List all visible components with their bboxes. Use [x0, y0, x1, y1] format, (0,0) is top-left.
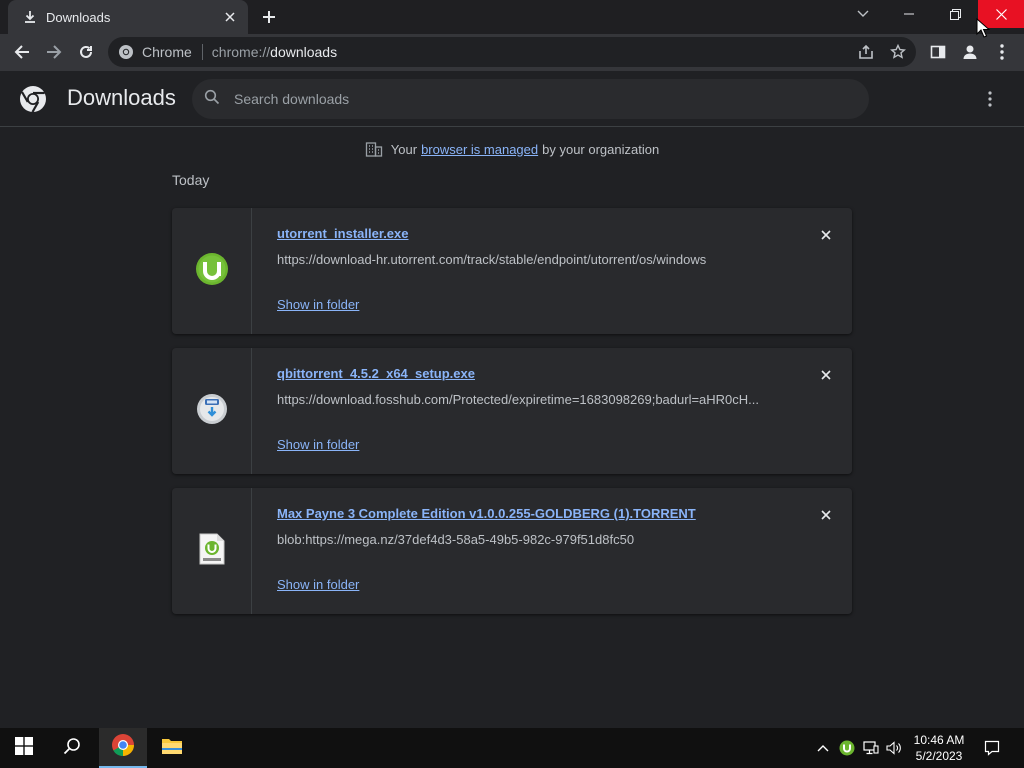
notification-center-icon[interactable]: [980, 728, 1004, 768]
tab-downloads[interactable]: Downloads: [8, 0, 248, 34]
url-text: chrome://downloads: [212, 44, 337, 60]
omnibox-divider: [201, 44, 203, 60]
folder-icon: [161, 737, 183, 760]
share-icon[interactable]: [852, 38, 880, 66]
taskbar-search-button[interactable]: [48, 728, 96, 768]
chrome-icon: [119, 45, 133, 59]
chrome-chip-label: Chrome: [142, 44, 192, 60]
file-icon-column: [172, 208, 252, 334]
forward-button[interactable]: [40, 38, 68, 66]
download-source-url: https://download.fosshub.com/Protected/e…: [277, 392, 760, 407]
show-in-folder-link[interactable]: Show in folder: [277, 437, 359, 452]
windows-logo-icon: [15, 736, 33, 760]
section-title-today: Today: [172, 172, 210, 188]
back-button[interactable]: [8, 38, 36, 66]
network-icon[interactable]: [860, 728, 882, 768]
url-scheme: chrome://: [211, 44, 271, 60]
show-in-folder-link[interactable]: Show in folder: [277, 297, 359, 312]
download-file-name[interactable]: utorrent_installer.exe: [277, 226, 409, 241]
managed-suffix: by your organization: [542, 141, 660, 157]
browser-toolbar: Chrome chrome://downloads: [0, 34, 1024, 71]
address-bar[interactable]: Chrome chrome://downloads: [108, 37, 916, 67]
clock-date: 5/2/2023: [915, 749, 963, 763]
download-source-url: blob:https://mega.nz/37def4d3-58a5-49b5-…: [277, 532, 635, 547]
download-file-name[interactable]: Max Payne 3 Complete Edition v1.0.0.255-…: [277, 506, 696, 521]
remove-download-close-icon[interactable]: [816, 225, 836, 245]
search-downloads-box[interactable]: [192, 79, 869, 119]
file-icon-column: [172, 488, 252, 614]
restore-button[interactable]: [932, 0, 978, 28]
chrome-logo-icon: [19, 85, 47, 113]
download-item: Max Payne 3 Complete Edition v1.0.0.255-…: [172, 488, 852, 614]
downloads-header: Downloads: [0, 71, 1024, 127]
tab-title: Downloads: [46, 9, 111, 25]
tab-close-icon[interactable]: [222, 9, 238, 25]
download-item: qbittorrent_4.5.2_x64_setup.exe https://…: [172, 348, 852, 474]
download-item: utorrent_installer.exe https://download-…: [172, 208, 852, 334]
bookmark-star-icon[interactable]: [884, 38, 912, 66]
mouse-cursor-icon: [976, 17, 991, 38]
search-icon: [63, 737, 81, 760]
building-icon: [365, 140, 383, 158]
tab-search-chevron-icon[interactable]: [840, 0, 886, 28]
browser-managed-link[interactable]: browser is managed: [421, 142, 538, 157]
file-icon-column: [172, 348, 252, 474]
reload-button[interactable]: [72, 38, 100, 66]
taskbar-file-explorer-button[interactable]: [148, 728, 196, 768]
search-icon: [204, 89, 220, 110]
downloads-menu-icon[interactable]: [976, 87, 1004, 111]
managed-prefix: Your: [390, 141, 418, 157]
installer-icon: [195, 392, 229, 431]
new-tab-button[interactable]: [258, 6, 280, 28]
show-hidden-icons-chevron-icon[interactable]: [812, 728, 834, 768]
torrent-file-icon: [199, 533, 225, 570]
tab-strip: Downloads: [0, 0, 1024, 34]
page-title: Downloads: [67, 85, 176, 110]
remove-download-close-icon[interactable]: [816, 505, 836, 525]
download-file-name[interactable]: qbittorrent_4.5.2_x64_setup.exe: [277, 366, 475, 381]
chrome-icon: [111, 733, 135, 762]
remove-download-close-icon[interactable]: [816, 365, 836, 385]
browser-menu-icon[interactable]: [988, 38, 1016, 66]
chrome-chip[interactable]: Chrome: [118, 44, 192, 60]
taskbar-clock[interactable]: 10:46 AM 5/2/2023: [900, 732, 978, 764]
utorrent-icon: [195, 252, 229, 291]
url-host: downloads: [270, 44, 338, 60]
utorrent-tray-icon[interactable]: [836, 728, 858, 768]
taskbar-chrome-button[interactable]: [99, 728, 147, 768]
download-icon: [22, 9, 38, 25]
download-source-url: https://download-hr.utorrent.com/track/s…: [277, 252, 707, 267]
profile-avatar-icon[interactable]: [956, 38, 984, 66]
minimize-button[interactable]: [886, 0, 932, 28]
clock-time: 10:46 AM: [913, 733, 965, 747]
side-panel-icon[interactable]: [924, 38, 952, 66]
start-button[interactable]: [0, 728, 48, 768]
managed-notice: Your browser is managed by your organiza…: [0, 140, 1024, 158]
show-in-folder-link[interactable]: Show in folder: [277, 577, 359, 592]
windows-taskbar: 10:46 AM 5/2/2023: [0, 728, 1024, 768]
search-input[interactable]: [234, 91, 814, 107]
